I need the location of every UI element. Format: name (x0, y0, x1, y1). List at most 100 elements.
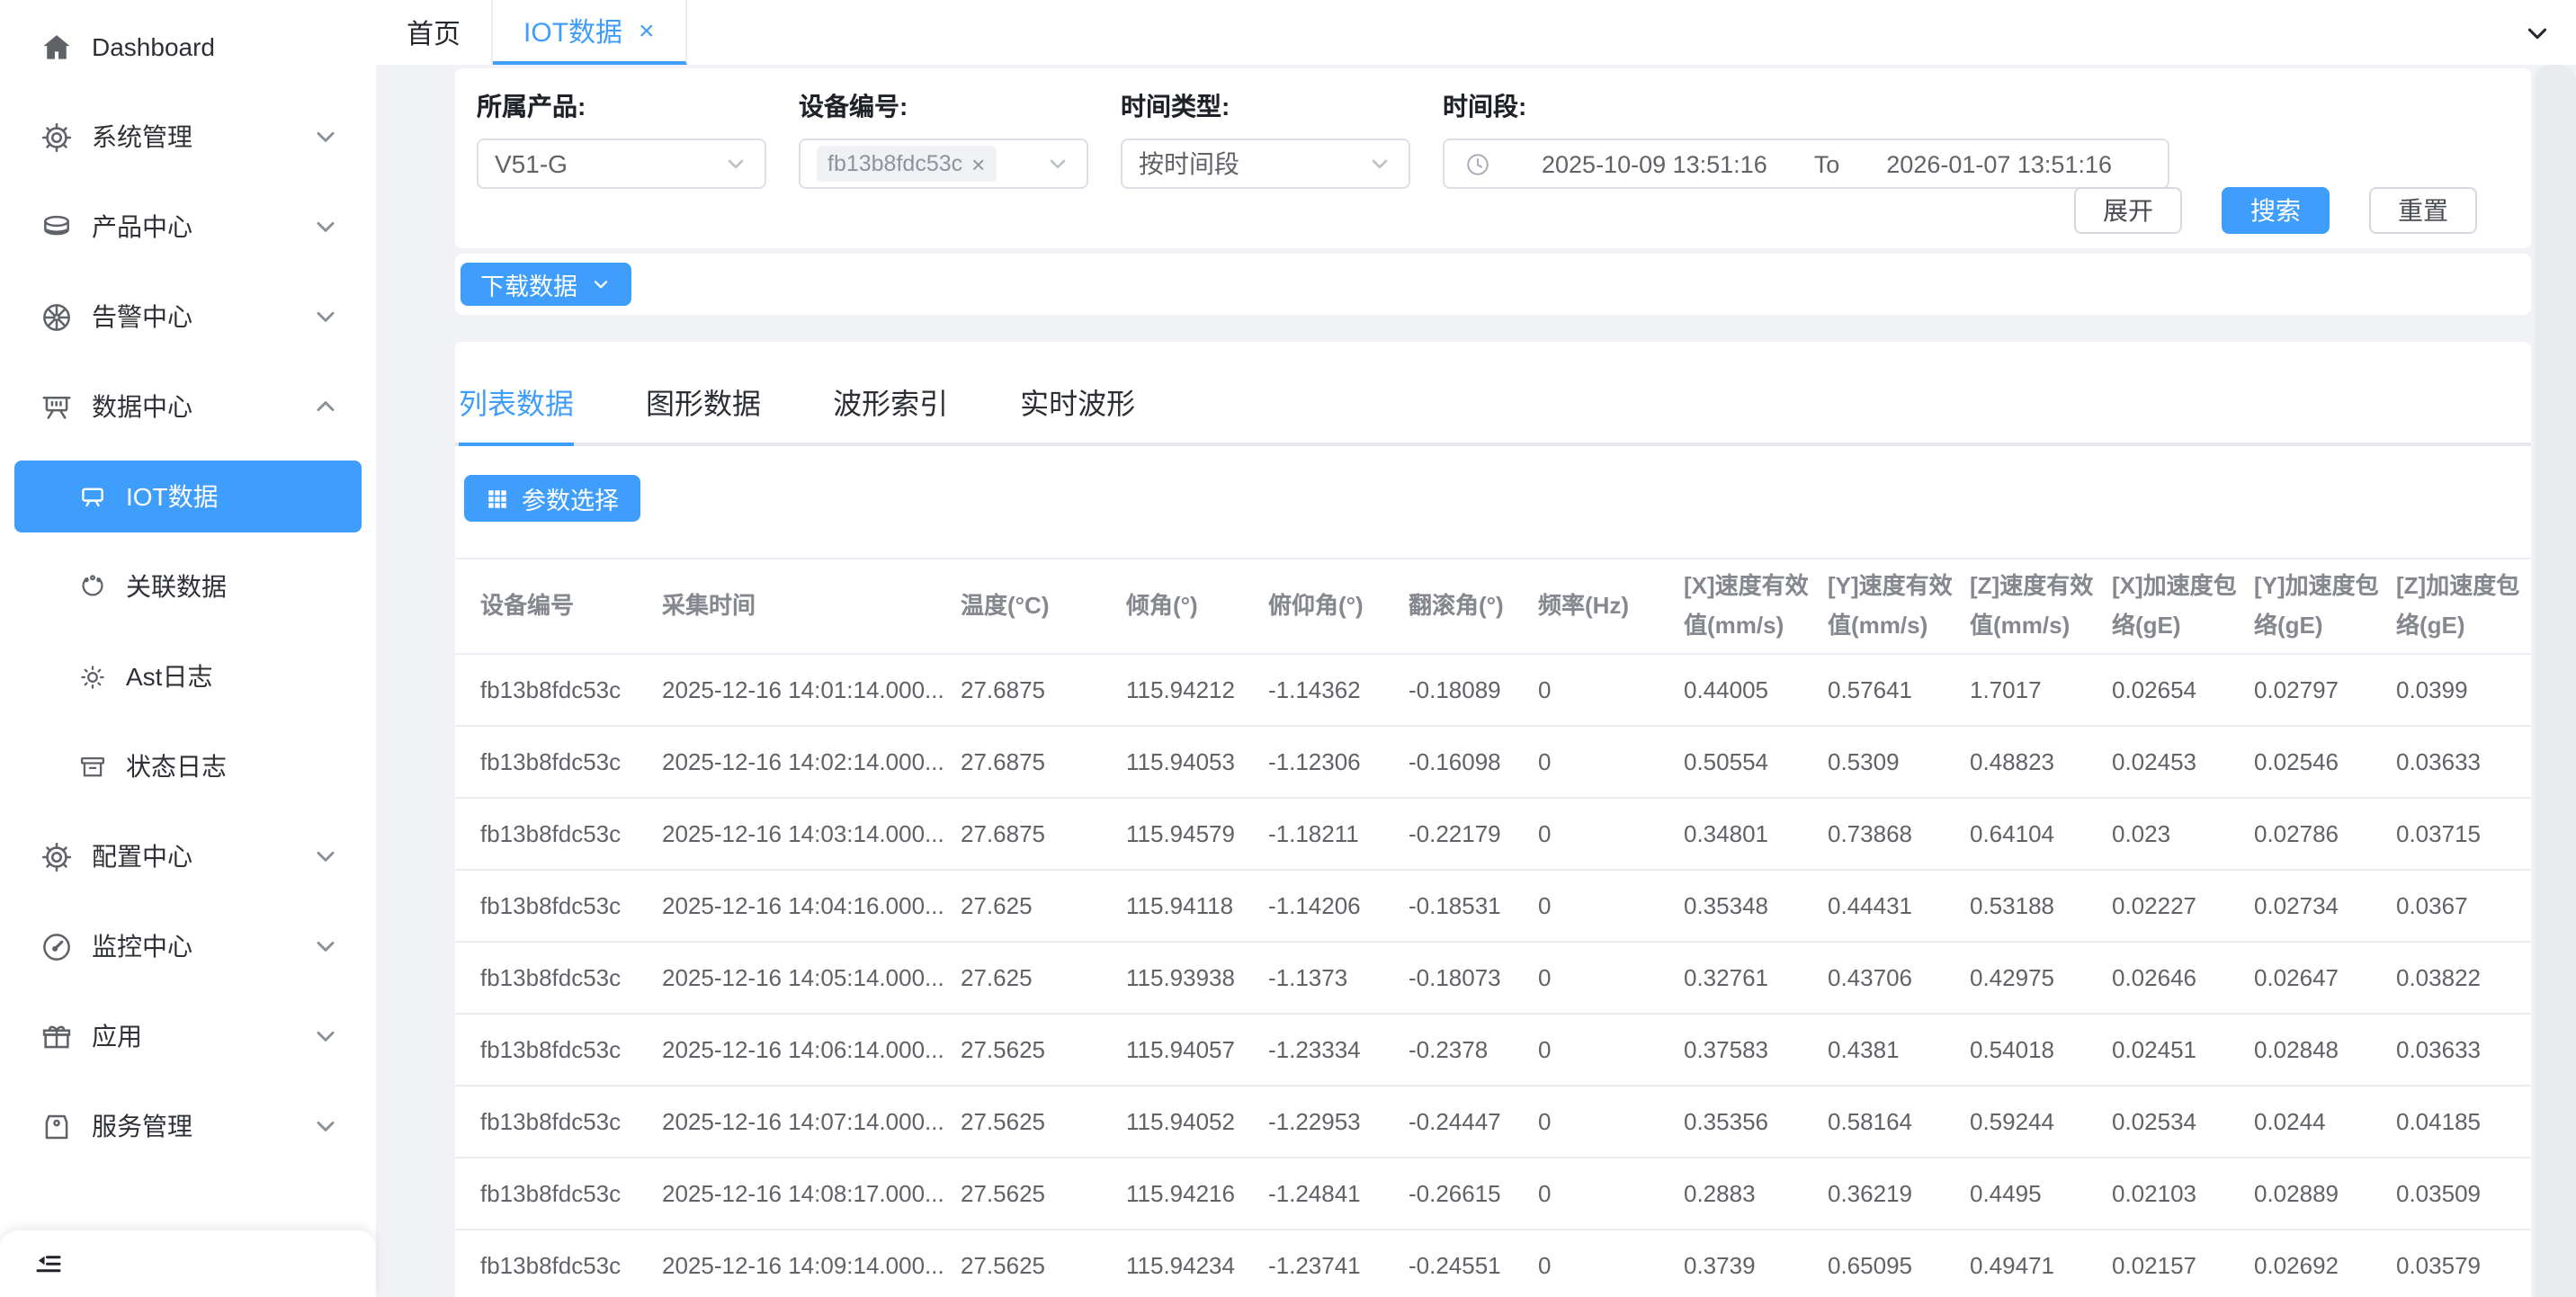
table-cell: 0.65095 (1828, 1230, 1970, 1297)
expand-button[interactable]: 展开 (2074, 187, 2182, 234)
product-field: 所属产品: V51-G (477, 88, 766, 189)
table-cell: 0.48823 (1970, 726, 2112, 798)
sidebar-item-关联数据[interactable]: 关联数据 (14, 550, 362, 622)
close-icon[interactable]: × (639, 17, 655, 44)
content-tab-波形索引[interactable]: 波形索引 (833, 380, 948, 446)
content-tab-图形数据[interactable]: 图形数据 (646, 380, 761, 446)
download-card: 下载数据 (455, 254, 2531, 315)
sidebar-item-ast日志[interactable]: Ast日志 (14, 640, 362, 712)
table-cell: 115.94212 (1126, 654, 1268, 726)
screen: Dashboard 系统管理产品中心告警中心数据中心 IOT数据关联数据 Ast日志状… (0, 0, 2576, 1297)
table-cell: -0.2378 (1409, 1014, 1538, 1086)
tag-icon (40, 1109, 74, 1143)
scrollbar-track[interactable] (2535, 65, 2576, 1297)
sidebar-item-label: Ast日志 (126, 658, 212, 694)
sidebar-item-系统管理[interactable]: 系统管理 (14, 101, 362, 173)
table-cell: fb13b8fdc53c (455, 870, 662, 942)
download-data-button[interactable]: 下载数据 (461, 263, 631, 306)
table-cell: 0.02453 (2112, 726, 2254, 798)
grid-icon (486, 487, 509, 510)
device-select[interactable]: fb13b8fdc53c × (799, 139, 1088, 189)
column-header: [Z]加速度包络(gE) (2396, 559, 2531, 654)
table-cell: 27.6875 (961, 726, 1126, 798)
table-cell: 0.03509 (2396, 1158, 2531, 1230)
product-select[interactable]: V51-G (477, 139, 766, 189)
table-cell: 0.02534 (2112, 1086, 2254, 1158)
sun-icon (77, 661, 108, 692)
table-cell: 0 (1538, 798, 1684, 870)
table-cell: -1.14362 (1268, 654, 1409, 726)
param-select-label: 参数选择 (522, 480, 619, 516)
table-cell: 0.023 (2112, 798, 2254, 870)
column-header: 采集时间 (662, 559, 961, 654)
main-area: 首页 IOT数据 × 所属产品: V51-G 设备编号: (376, 0, 2576, 1297)
table-cell: 0.57641 (1828, 654, 1970, 726)
sidebar-item-label: 系统管理 (92, 119, 192, 155)
sidebar-item-数据中心[interactable]: 数据中心 (14, 371, 362, 443)
filter-row: 所属产品: V51-G 设备编号: fb13b8fdc53c × (455, 68, 2531, 189)
param-select-button[interactable]: 参数选择 (464, 475, 640, 522)
content-tab-实时波形[interactable]: 实时波形 (1020, 380, 1135, 446)
time-type-select[interactable]: 按时间段 (1121, 139, 1410, 189)
sidebar-item-配置中心[interactable]: 配置中心 (14, 820, 362, 892)
chevron-down-icon (311, 1112, 340, 1140)
sidebar-item-产品中心[interactable]: 产品中心 (14, 191, 362, 263)
page-tab-home[interactable]: 首页 (376, 0, 493, 65)
table-cell: 2025-12-16 14:09:14.000... (662, 1230, 961, 1297)
table-cell: 27.5625 (961, 1230, 1126, 1297)
sidebar-item-iot数据[interactable]: IOT数据 (14, 461, 362, 532)
database-icon (40, 210, 74, 244)
sidebar-item-状态日志[interactable]: 状态日志 (14, 730, 362, 802)
table-cell: 0.02157 (2112, 1230, 2254, 1297)
reset-button[interactable]: 重置 (2369, 187, 2477, 234)
table-cell: 115.94057 (1126, 1014, 1268, 1086)
sidebar-item-监控中心[interactable]: 监控中心 (14, 910, 362, 982)
time-range-separator: To (1807, 150, 1847, 177)
home-icon (40, 30, 74, 64)
table-cell: -0.24447 (1409, 1086, 1538, 1158)
sidebar-item-dashboard[interactable]: Dashboard (14, 11, 362, 83)
table-cell: -1.12306 (1268, 726, 1409, 798)
menu-fold-icon[interactable] (32, 1248, 65, 1280)
table-cell: 0.50554 (1684, 726, 1828, 798)
table-cell: 0.04185 (2396, 1086, 2531, 1158)
table-cell: 0.03633 (2396, 1014, 2531, 1086)
table-cell: -0.18089 (1409, 654, 1538, 726)
table-cell: 0.02654 (2112, 654, 2254, 726)
table-cell: 0.3739 (1684, 1230, 1828, 1297)
table-cell: 0.49471 (1970, 1230, 2112, 1297)
sidebar-item-label: 监控中心 (92, 928, 192, 964)
chevron-down-icon[interactable] (2497, 0, 2576, 65)
page-tab-iot-data[interactable]: IOT数据 × (493, 0, 687, 65)
content-tab-列表数据[interactable]: 列表数据 (459, 380, 574, 446)
time-range-start[interactable]: 2025-10-09 13:51:16 (1502, 150, 1807, 177)
table-cell: -1.1373 (1268, 942, 1409, 1014)
monitor-icon (77, 481, 108, 512)
table-cell: 0.4495 (1970, 1158, 2112, 1230)
table-cell: 0.37583 (1684, 1014, 1828, 1086)
product-label: 所属产品: (477, 88, 766, 124)
close-icon[interactable]: × (971, 150, 985, 177)
table-row: fb13b8fdc53c2025-12-16 14:04:16.000...27… (455, 870, 2531, 942)
table-cell: 0.02889 (2254, 1158, 2396, 1230)
sidebar-item-告警中心[interactable]: 告警中心 (14, 281, 362, 353)
table-cell: fb13b8fdc53c (455, 942, 662, 1014)
column-header: 设备编号 (455, 559, 662, 654)
table-cell: 115.94579 (1126, 798, 1268, 870)
column-header: 频率(Hz) (1538, 559, 1684, 654)
time-range-picker[interactable]: 2025-10-09 13:51:16 To 2026-01-07 13:51:… (1443, 139, 2169, 189)
table-cell: 2025-12-16 14:04:16.000... (662, 870, 961, 942)
device-field: 设备编号: fb13b8fdc53c × (799, 88, 1088, 189)
search-button[interactable]: 搜索 (2222, 187, 2330, 234)
table-cell: 0.36219 (1828, 1158, 1970, 1230)
data-card: 列表数据 图形数据 波形索引 实时波形 参数选择 设备编号采集时间温度(°C)倾角(°… (455, 342, 2531, 1297)
table-cell: 0.02797 (2254, 654, 2396, 726)
sidebar-item-应用[interactable]: 应用 (14, 1000, 362, 1072)
time-range-end[interactable]: 2026-01-07 13:51:16 (1847, 150, 2151, 177)
table-cell: 0.73868 (1828, 798, 1970, 870)
table-cell: 0.44431 (1828, 870, 1970, 942)
sidebar-item-服务管理[interactable]: 服务管理 (14, 1090, 362, 1162)
iot-data-table: 设备编号采集时间温度(°C)倾角(°)俯仰角(°)翻滚角(°)频率(Hz)[X]… (455, 558, 2531, 1297)
archive-icon (77, 751, 108, 782)
time-type-field: 时间类型: 按时间段 (1121, 88, 1410, 189)
